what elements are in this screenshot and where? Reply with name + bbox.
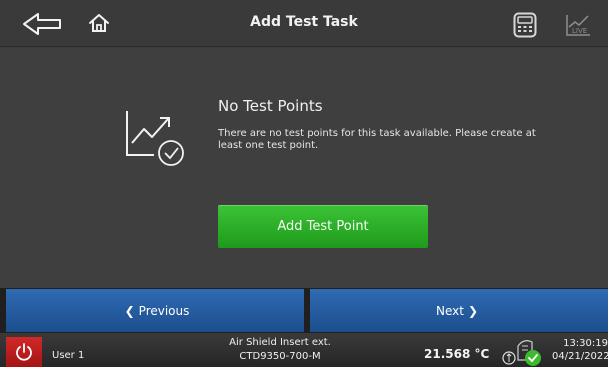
next-button[interactable]: Next ❯ bbox=[310, 289, 608, 332]
previous-button[interactable]: ❮ Previous bbox=[6, 289, 304, 332]
live-label: LIVE bbox=[572, 27, 587, 35]
chevron-left-icon: ❮ bbox=[124, 303, 135, 318]
empty-state-message: There are no test points for this task a… bbox=[218, 128, 536, 151]
device-name: Air Shield Insert ext. bbox=[229, 337, 331, 348]
calculator-button[interactable] bbox=[513, 12, 537, 38]
live-chart-icon: LIVE bbox=[566, 15, 590, 36]
power-icon bbox=[16, 343, 32, 361]
temperature-readout: 21.568 °C bbox=[424, 347, 490, 361]
device-info: Air Shield Insert ext. CTD9350-700-M bbox=[210, 336, 350, 364]
time: 13:30:19 bbox=[563, 338, 608, 349]
navigation-bar: ❮ Previous Next ❯ bbox=[0, 288, 608, 333]
empty-state-title: No Test Points bbox=[218, 97, 323, 115]
user-name: User 1 bbox=[52, 350, 85, 361]
chart-check-icon bbox=[126, 111, 184, 166]
power-button[interactable] bbox=[6, 337, 42, 367]
calculator-icon bbox=[513, 12, 537, 38]
previous-label: Previous bbox=[138, 303, 190, 318]
device-model: CTD9350-700-M bbox=[239, 351, 321, 362]
next-label: Next bbox=[435, 303, 464, 318]
chevron-right-icon: ❯ bbox=[467, 303, 479, 318]
status-bar: User 1 Air Shield Insert ext. CTD9350-70… bbox=[0, 333, 608, 367]
date: 04/21/2022 bbox=[552, 351, 608, 362]
add-test-point-button[interactable]: Add Test Point bbox=[218, 205, 428, 248]
clock: 13:30:19 04/21/2022 bbox=[552, 337, 608, 363]
sensor-connected-icon[interactable] bbox=[502, 336, 548, 367]
live-button[interactable]: LIVE bbox=[565, 13, 591, 37]
main-content: No Test Points There are no test points … bbox=[0, 48, 608, 288]
top-bar: Add Test Task LIVE bbox=[0, 0, 608, 47]
